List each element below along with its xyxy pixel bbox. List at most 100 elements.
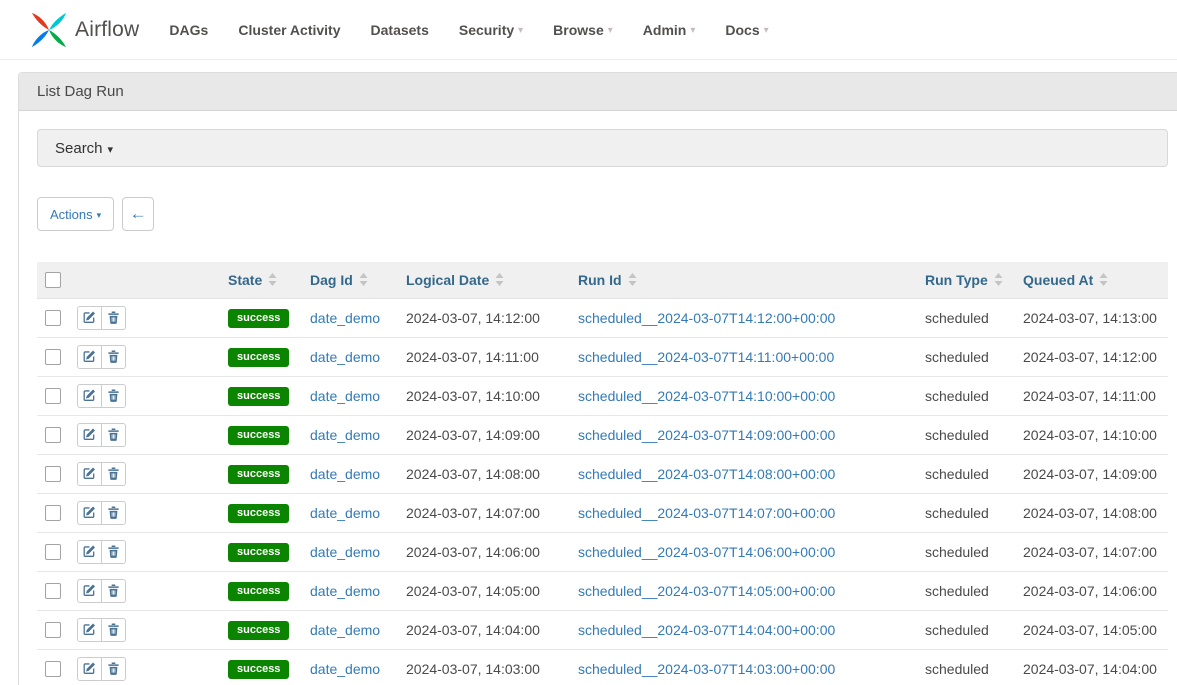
row-checkbox[interactable] (45, 427, 61, 443)
nav-item-datasets[interactable]: Datasets (371, 22, 429, 38)
airflow-brand[interactable]: Airflow (30, 11, 139, 49)
edit-button[interactable] (77, 345, 102, 369)
column-header-queued-at[interactable]: Queued At (1023, 272, 1108, 288)
row-checkbox[interactable] (45, 388, 61, 404)
column-header-dag-id[interactable]: Dag Id (310, 272, 368, 288)
queued-at-cell: 2024-03-07, 14:11:00 (1015, 376, 1168, 415)
run-id-link[interactable]: scheduled__2024-03-07T14:08:00+00:00 (578, 466, 835, 482)
row-checkbox[interactable] (45, 583, 61, 599)
trash-icon (107, 584, 120, 597)
state-badge: success (228, 348, 289, 367)
delete-button[interactable] (101, 345, 126, 369)
row-actions (77, 384, 126, 408)
row-actions (77, 657, 126, 681)
table-row: success date_demo 2024-03-07, 14:12:00 s… (37, 298, 1168, 337)
column-header-state[interactable]: State (228, 272, 277, 288)
row-checkbox[interactable] (45, 505, 61, 521)
select-all-checkbox[interactable] (45, 272, 61, 288)
sort-icon (628, 273, 637, 286)
row-checkbox[interactable] (45, 466, 61, 482)
edit-icon (83, 389, 96, 402)
sort-icon (359, 273, 368, 286)
dag-id-link[interactable]: date_demo (310, 427, 380, 443)
brand-name: Airflow (75, 18, 139, 42)
table-row: success date_demo 2024-03-07, 14:07:00 s… (37, 493, 1168, 532)
back-button[interactable]: ← (122, 197, 154, 231)
row-checkbox[interactable] (45, 310, 61, 326)
state-badge: success (228, 543, 289, 562)
table-row: success date_demo 2024-03-07, 14:05:00 s… (37, 571, 1168, 610)
delete-button[interactable] (101, 618, 126, 642)
dag-id-link[interactable]: date_demo (310, 622, 380, 638)
edit-button[interactable] (77, 657, 102, 681)
row-checkbox[interactable] (45, 349, 61, 365)
delete-button[interactable] (101, 657, 126, 681)
edit-icon (83, 545, 96, 558)
column-header-run-id[interactable]: Run Id (578, 272, 637, 288)
nav-item-cluster-activity[interactable]: Cluster Activity (238, 22, 340, 38)
nav-item-docs[interactable]: Docs▾ (725, 22, 768, 38)
edit-button[interactable] (77, 579, 102, 603)
run-type-cell: scheduled (917, 415, 1015, 454)
dag-id-link[interactable]: date_demo (310, 310, 380, 326)
edit-button[interactable] (77, 540, 102, 564)
dag-id-link[interactable]: date_demo (310, 544, 380, 560)
dag-id-link[interactable]: date_demo (310, 388, 380, 404)
run-type-cell: scheduled (917, 493, 1015, 532)
column-header-logical-date[interactable]: Logical Date (406, 272, 504, 288)
trash-icon (107, 545, 120, 558)
state-badge: success (228, 621, 289, 640)
row-checkbox[interactable] (45, 661, 61, 677)
delete-button[interactable] (101, 579, 126, 603)
nav-item-admin[interactable]: Admin▾ (643, 22, 696, 38)
trash-icon (107, 311, 120, 324)
left-arrow-icon: ← (130, 204, 147, 224)
edit-button[interactable] (77, 618, 102, 642)
nav-item-browse[interactable]: Browse▾ (553, 22, 613, 38)
delete-button[interactable] (101, 384, 126, 408)
dag-id-link[interactable]: date_demo (310, 505, 380, 521)
run-id-link[interactable]: scheduled__2024-03-07T14:07:00+00:00 (578, 505, 835, 521)
edit-button[interactable] (77, 384, 102, 408)
run-id-link[interactable]: scheduled__2024-03-07T14:06:00+00:00 (578, 544, 835, 560)
column-header-run-type[interactable]: Run Type (925, 272, 1003, 288)
delete-button[interactable] (101, 501, 126, 525)
run-id-link[interactable]: scheduled__2024-03-07T14:04:00+00:00 (578, 622, 835, 638)
logical-date-cell: 2024-03-07, 14:12:00 (398, 298, 570, 337)
edit-icon (83, 350, 96, 363)
delete-button[interactable] (101, 540, 126, 564)
run-id-link[interactable]: scheduled__2024-03-07T14:12:00+00:00 (578, 310, 835, 326)
logical-date-cell: 2024-03-07, 14:07:00 (398, 493, 570, 532)
edit-button[interactable] (77, 501, 102, 525)
edit-button[interactable] (77, 423, 102, 447)
edit-icon (83, 506, 96, 519)
nav-item-security[interactable]: Security▾ (459, 22, 523, 38)
edit-button[interactable] (77, 306, 102, 330)
dag-id-link[interactable]: date_demo (310, 466, 380, 482)
dag-id-link[interactable]: date_demo (310, 661, 380, 677)
nav-item-dags[interactable]: DAGs (169, 22, 208, 38)
run-id-link[interactable]: scheduled__2024-03-07T14:03:00+00:00 (578, 661, 835, 677)
state-badge: success (228, 465, 289, 484)
actions-button[interactable]: Actions ▾ (37, 197, 114, 231)
search-label: Search (55, 140, 103, 157)
row-checkbox[interactable] (45, 544, 61, 560)
run-id-link[interactable]: scheduled__2024-03-07T14:05:00+00:00 (578, 583, 835, 599)
edit-icon (83, 584, 96, 597)
row-checkbox[interactable] (45, 622, 61, 638)
sort-icon (1099, 273, 1108, 286)
sort-icon (268, 273, 277, 286)
run-id-link[interactable]: scheduled__2024-03-07T14:11:00+00:00 (578, 349, 834, 365)
delete-button[interactable] (101, 306, 126, 330)
trash-icon (107, 506, 120, 519)
delete-button[interactable] (101, 462, 126, 486)
delete-button[interactable] (101, 423, 126, 447)
run-id-link[interactable]: scheduled__2024-03-07T14:10:00+00:00 (578, 388, 835, 404)
search-accordion-toggle[interactable]: Search ▾ (37, 129, 1168, 167)
run-type-cell: scheduled (917, 610, 1015, 649)
run-id-link[interactable]: scheduled__2024-03-07T14:09:00+00:00 (578, 427, 835, 443)
dag-id-link[interactable]: date_demo (310, 349, 380, 365)
dag-id-link[interactable]: date_demo (310, 583, 380, 599)
edit-button[interactable] (77, 462, 102, 486)
run-type-cell: scheduled (917, 376, 1015, 415)
